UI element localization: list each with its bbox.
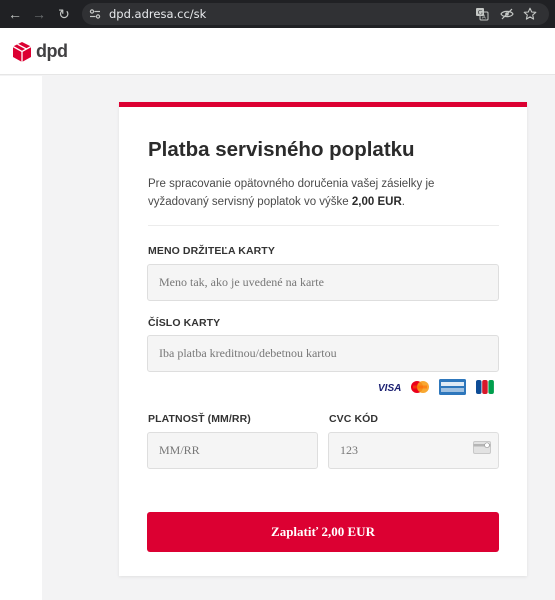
cardholder-name-label: MENO DRŽITEĽA KARTY xyxy=(148,245,275,257)
address-bar[interactable]: dpd.adresa.cc/sk G A xyxy=(82,3,549,25)
site-info-icon[interactable] xyxy=(89,8,101,20)
divider xyxy=(148,225,499,226)
star-icon[interactable] xyxy=(523,7,537,21)
jcb-icon xyxy=(476,380,494,394)
card-number-label: ČÍSLO KARTY xyxy=(148,317,221,329)
translate-icon[interactable]: G A xyxy=(475,7,489,21)
card-back-icon xyxy=(473,441,491,454)
cardholder-name-input[interactable] xyxy=(147,264,499,301)
url-text[interactable]: dpd.adresa.cc/sk xyxy=(109,3,206,25)
eye-slash-icon[interactable] xyxy=(500,7,514,21)
card-number-input[interactable] xyxy=(147,335,499,372)
expiry-input[interactable] xyxy=(147,432,318,469)
pay-button[interactable]: Zaplatiť 2,00 EUR xyxy=(147,512,499,552)
reload-icon[interactable]: ↻ xyxy=(55,5,73,23)
logo-text[interactable]: dpd xyxy=(36,41,68,61)
browser-toolbar: ← → ↻ dpd.adresa.cc/sk G A xyxy=(0,0,555,28)
cvc-label: CVC KÓD xyxy=(329,413,379,425)
dpd-cube-icon[interactable] xyxy=(12,41,32,63)
page-title: Platba servisného poplatku xyxy=(148,138,415,161)
mastercard-icon xyxy=(411,381,429,393)
visa-icon: VISA xyxy=(378,383,401,394)
forward-icon[interactable]: → xyxy=(30,5,48,23)
card-brand-logos: VISA xyxy=(378,379,496,397)
fee-description-end: . xyxy=(401,196,405,208)
page-left-panel xyxy=(0,76,42,600)
svg-text:VISA: VISA xyxy=(378,383,401,394)
fee-description: Pre spracovanie opätovného doručenia vaš… xyxy=(148,175,498,211)
fee-amount: 2,00 EUR xyxy=(351,196,402,208)
expiry-label: PLATNOSŤ (MM/RR) xyxy=(148,413,251,425)
site-header: dpd xyxy=(0,28,555,75)
svg-text:A: A xyxy=(482,15,486,21)
back-icon[interactable]: ← xyxy=(6,5,24,23)
amex-icon xyxy=(439,379,466,395)
payment-card: Platba servisného poplatku Pre spracovan… xyxy=(119,102,527,576)
